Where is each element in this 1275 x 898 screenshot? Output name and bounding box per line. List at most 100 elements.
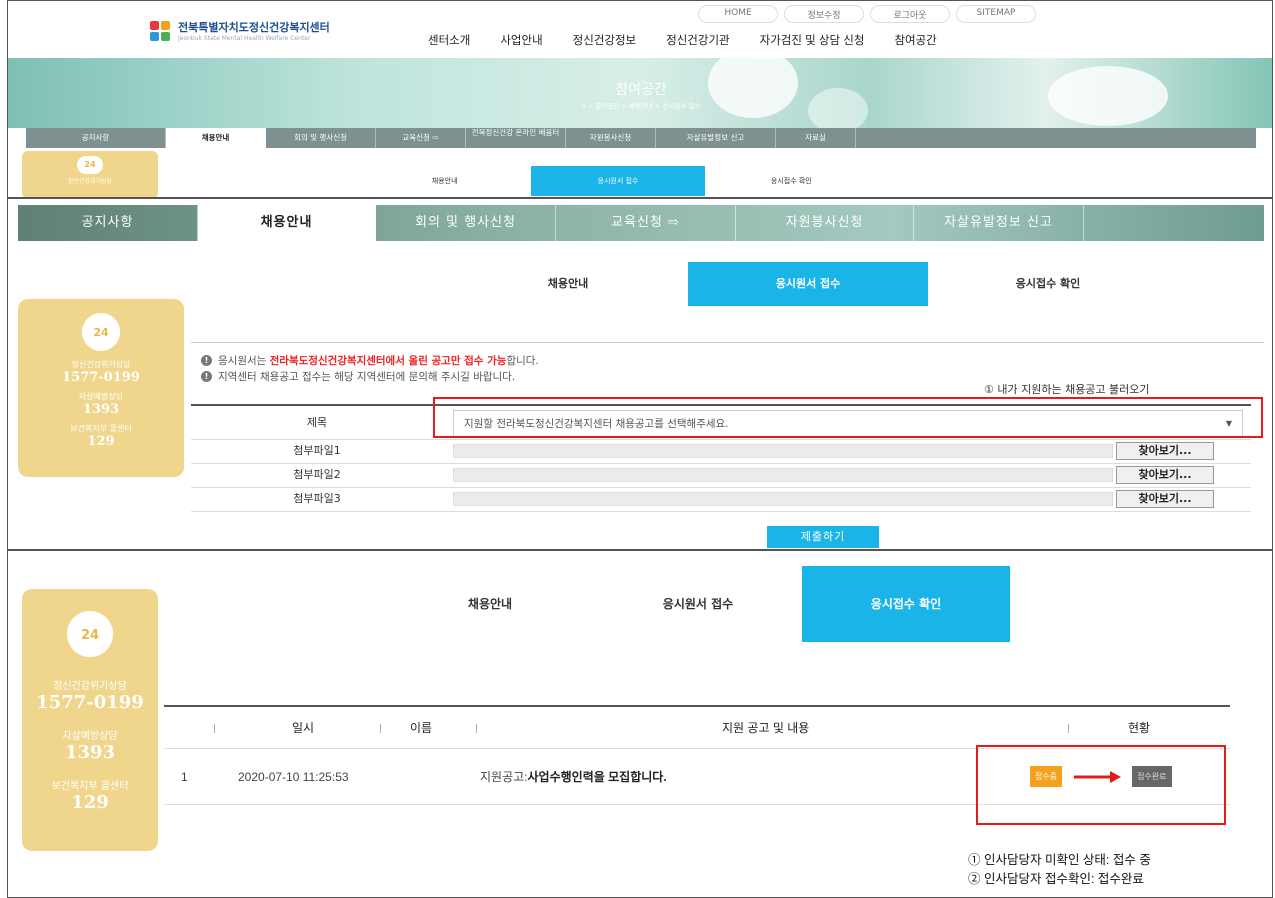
welfare-number: 129 — [87, 434, 115, 449]
recruit-tabs-large: 채용안내 응시원서 접수 응시접수 확인 — [386, 566, 1010, 642]
hotline-widget-large[interactable]: 24 정신건강위기상담 1577-0199 자살예방상담 1393 보건복지부 … — [22, 589, 158, 851]
title-label: 제목 — [306, 416, 328, 429]
subnav-events[interactable]: 회의 및 행사신청 — [376, 205, 556, 241]
subnav-recruit[interactable]: 채용안내 — [198, 205, 376, 241]
sub-nav-zoom: 공지사항 채용안내 회의 및 행사신청 교육신청 ⇨ 자원봉사신청 자살유발정보… — [18, 205, 1264, 241]
logout-link[interactable]: 로그아웃 — [870, 5, 950, 23]
nav-mental-health-info[interactable]: 정신건강정보 — [573, 32, 636, 48]
nav-self-test[interactable]: 자가검진 및 상담 신청 — [760, 32, 865, 48]
col-status: 현황 — [1128, 721, 1151, 735]
sitemap-link[interactable]: SITEMAP — [956, 5, 1036, 23]
tab-application-check[interactable]: 응시접수 확인 — [802, 566, 1010, 642]
page-overview-panel: HOME 정보수정 로그아웃 SITEMAP 전북특별자치도정신건강복지센터 J… — [7, 0, 1273, 198]
tab-application-check[interactable]: 응시접수 확인 — [928, 262, 1168, 306]
tab-application[interactable]: 응시원서 접수 — [594, 566, 802, 642]
file-path-1[interactable] — [453, 444, 1113, 458]
browse-button-2[interactable]: 찾아보기... — [1116, 466, 1214, 484]
info-icon: ! — [201, 371, 212, 382]
file-label-2: 첨부파일2 — [293, 468, 341, 481]
hero-title: 참여공간 — [615, 81, 667, 97]
subnav-volunteer[interactable]: 자원봉사신청 — [566, 128, 656, 148]
subnav-online-learning[interactable]: 전북정신건강 온라인 배움터 — [466, 128, 566, 148]
suicide-number: 1393 — [82, 402, 120, 417]
subnav-notice[interactable]: 공지사항 — [18, 205, 198, 241]
phone-24-icon: 24 — [67, 611, 113, 657]
phone-24-icon: 24 — [82, 313, 120, 351]
file-row-3: 첨부파일3 찾아보기... — [191, 488, 1251, 512]
external-link-icon: ⇨ — [432, 133, 439, 142]
crisis-number: 1577-0199 — [36, 692, 144, 713]
nav-center-intro[interactable]: 센터소개 — [428, 32, 470, 48]
row-content[interactable]: 지원공고: 사업수행인력을 모집합니다. — [480, 749, 667, 804]
subnav-volunteer[interactable]: 자원봉사신청 — [736, 205, 914, 241]
subnav-recruit[interactable]: 채용안내 — [166, 128, 266, 148]
legend-pending: ① 인사담당자 미확인 상태: 접수 중 — [968, 853, 1151, 867]
svg-text:24: 24 — [93, 326, 109, 339]
hotline-label: 정신건강위기상담 — [67, 178, 113, 185]
suicide-number: 1393 — [64, 742, 116, 763]
tab-recruit-info[interactable]: 채용안내 — [358, 166, 531, 196]
tab-application-check[interactable]: 응시접수 확인 — [705, 166, 878, 196]
file-label-1: 첨부파일1 — [293, 444, 341, 457]
divider — [191, 342, 1264, 343]
home-link[interactable]: HOME — [698, 5, 778, 23]
subnav-education[interactable]: 교육신청 ⇨ — [556, 205, 736, 241]
recruit-tabs-small: 채용안내 응시원서 접수 응시접수 확인 — [358, 166, 878, 196]
application-form-panel: 공지사항 채용안내 회의 및 행사신청 교육신청 ⇨ 자원봉사신청 자살유발정보… — [7, 198, 1273, 550]
load-recruit-annotation: ① 내가 지원하는 채용공고 불러오기 — [984, 383, 1150, 396]
browse-button-1[interactable]: 찾아보기... — [1116, 442, 1214, 460]
recruit-tabs: 채용안내 응시원서 접수 응시접수 확인 — [448, 262, 1168, 306]
table-header: 일시 이름 지원 공고 및 내용 현황 — [164, 707, 1230, 749]
subnav-events[interactable]: 회의 및 행사신청 — [266, 128, 376, 148]
tab-application[interactable]: 응시원서 접수 — [688, 262, 928, 306]
tab-recruit-info[interactable]: 채용안내 — [448, 262, 688, 306]
logo-subtitle: Jeonbuk State Mental Health Welfare Cent… — [178, 35, 311, 42]
row-number: 1 — [181, 769, 188, 784]
file-row-1: 첨부파일1 찾아보기... — [191, 440, 1251, 464]
sub-nav: 공지사항 채용안내 회의 및 행사신청 교육신청 ⇨ 전북정신건강 온라인 배움… — [26, 128, 1256, 148]
breadcrumb: ⌂ > 참여공간 > 채용안내 > 응시원서 접수 — [581, 102, 701, 110]
logo-icon — [150, 20, 172, 41]
subnav-archive[interactable]: 자료실 — [776, 128, 856, 148]
subnav-education[interactable]: 교육신청 ⇨ — [376, 128, 466, 148]
crisis-label: 정신건강위기상담 — [53, 681, 127, 692]
main-nav: 센터소개 사업안내 정신건강정보 정신건강기관 자가검진 및 상담 신청 참여공… — [428, 32, 967, 48]
external-link-icon: ⇨ — [668, 215, 680, 230]
nav-mental-health-orgs[interactable]: 정신건강기관 — [666, 32, 729, 48]
suicide-label: 자살예방상담 — [62, 731, 118, 742]
row-date: 2020-07-10 11:25:53 — [238, 769, 349, 784]
subnav-report[interactable]: 자살유발정보 신고 — [914, 205, 1084, 241]
nav-business[interactable]: 사업안내 — [500, 32, 542, 48]
site-logo[interactable]: 전북특별자치도정신건강복지센터 Jeonbuk State Mental Hea… — [150, 19, 330, 42]
file-path-3[interactable] — [453, 492, 1113, 506]
file-label-3: 첨부파일3 — [293, 492, 341, 505]
hotline-widget[interactable]: 24 정신건강위기상담 1577-0199 자살예방상담 1393 보건복지부 … — [18, 299, 184, 477]
browse-button-3[interactable]: 찾아보기... — [1116, 490, 1214, 508]
subnav-notice[interactable]: 공지사항 — [26, 128, 166, 148]
highlight-box-select — [433, 397, 1263, 438]
col-date: 일시 — [292, 721, 315, 735]
welfare-label: 보건복지부 콜센터 — [51, 781, 129, 792]
suicide-label: 자살예방상담 — [78, 392, 124, 401]
welfare-number: 129 — [71, 792, 109, 813]
phone-24-icon: 24 — [77, 156, 103, 174]
notice-2: ! 지역센터 채용공고 접수는 해당 지역센터에 문의해 주시길 바랍니다. — [201, 369, 515, 384]
tab-application[interactable]: 응시원서 접수 — [531, 166, 705, 196]
tab-recruit-info[interactable]: 채용안내 — [386, 566, 594, 642]
crisis-number: 1577-0199 — [62, 370, 140, 385]
info-icon: ! — [201, 355, 212, 366]
subnav-report[interactable]: 자살유발정보 신고 — [656, 128, 776, 148]
crisis-label: 정신건강위기상담 — [71, 360, 131, 369]
col-name: 이름 — [410, 721, 433, 735]
edit-info-link[interactable]: 정보수정 — [784, 5, 864, 23]
legend-complete: ② 인사담당자 접수확인: 접수완료 — [968, 872, 1144, 886]
submit-button[interactable]: 제출하기 — [767, 526, 879, 548]
col-content: 지원 공고 및 내용 — [722, 721, 810, 735]
welfare-label: 보건복지부 콜센터 — [70, 424, 132, 433]
notice-1: ! 응시원서는 전라북도정신건강복지센터에서 올린 공고만 접수 가능합니다. — [201, 353, 539, 368]
file-path-2[interactable] — [453, 468, 1113, 482]
hotline-widget-small[interactable]: 24 정신건강위기상담 — [22, 151, 158, 197]
logo-title: 전북특별자치도정신건강복지센터 — [178, 22, 330, 34]
nav-participation[interactable]: 참여공간 — [894, 32, 936, 48]
file-row-2: 첨부파일2 찾아보기... — [191, 464, 1251, 488]
